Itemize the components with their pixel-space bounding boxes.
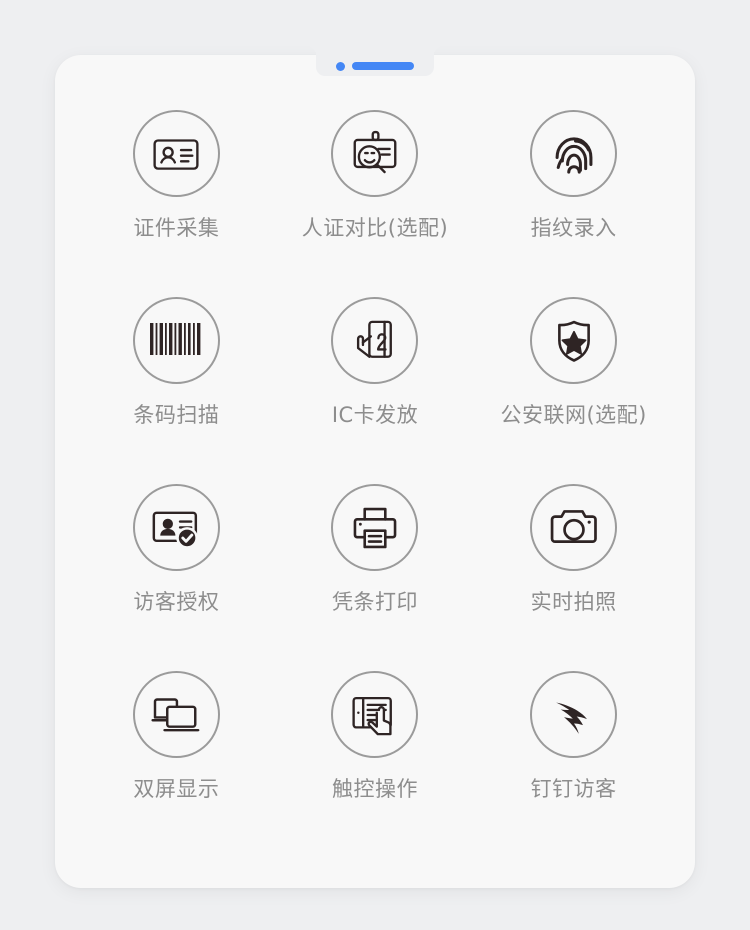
feature-label: 条码扫描 — [133, 403, 220, 427]
feature-label: 公安联网(选配) — [500, 403, 647, 427]
icon-circle — [331, 297, 438, 393]
id-card-check-icon — [148, 500, 204, 556]
dual-screen-icon — [148, 687, 204, 743]
camera-indicator-icon — [336, 61, 345, 71]
feature-item-police-network[interactable]: 公安联网(选配) — [474, 297, 673, 484]
barcode-icon — [148, 319, 204, 363]
notch-corner-left — [306, 46, 316, 56]
feature-label: 触控操作 — [331, 777, 418, 801]
feature-item-ic-card-issue[interactable]: IC卡发放 — [276, 297, 475, 484]
speaker-bar-icon — [352, 62, 414, 70]
hand-card-icon — [348, 314, 402, 368]
touch-tablet-icon — [348, 688, 402, 742]
notch-corner-right — [434, 46, 444, 56]
feature-item-touch-operation[interactable]: 触控操作 — [276, 671, 475, 858]
feature-label: 凭条打印 — [331, 590, 418, 614]
feature-label: 指纹录入 — [530, 216, 617, 240]
icon-circle — [530, 110, 637, 206]
dingtalk-wing-icon — [548, 689, 600, 741]
feature-item-face-id-comparison[interactable]: 人证对比(选配) — [276, 110, 475, 297]
feature-label: 钉钉访客 — [530, 777, 617, 801]
icon-circle — [132, 297, 239, 393]
feature-label: 人证对比(选配) — [301, 216, 449, 240]
icon-circle — [132, 484, 239, 580]
feature-item-dual-screen[interactable]: 双屏显示 — [77, 671, 276, 858]
feature-item-barcode-scan[interactable]: 条码扫描 — [77, 297, 276, 484]
icon-circle — [530, 671, 637, 767]
feature-label: IC卡发放 — [331, 403, 419, 427]
feature-item-fingerprint-enroll[interactable]: 指纹录入 — [474, 110, 673, 297]
icon-circle — [331, 484, 438, 580]
feature-item-id-card-capture[interactable]: 证件采集 — [77, 110, 276, 297]
feature-label: 证件采集 — [133, 216, 220, 240]
id-card-person-icon — [149, 127, 203, 181]
shield-star-icon — [548, 315, 600, 367]
printer-icon — [349, 502, 401, 554]
feature-label: 访客授权 — [133, 590, 220, 614]
camera-icon — [547, 501, 601, 555]
badge-magnifier-icon — [348, 127, 402, 181]
feature-item-receipt-print[interactable]: 凭条打印 — [276, 484, 475, 671]
icon-circle — [331, 671, 438, 767]
feature-item-live-photo[interactable]: 实时拍照 — [474, 484, 673, 671]
fingerprint-icon — [546, 126, 602, 182]
icon-circle — [530, 484, 637, 580]
feature-label: 实时拍照 — [530, 590, 617, 614]
icon-circle — [132, 671, 239, 767]
icon-circle — [530, 297, 637, 393]
feature-label: 双屏显示 — [133, 777, 220, 801]
feature-item-visitor-authorization[interactable]: 访客授权 — [77, 484, 276, 671]
icon-circle — [132, 110, 239, 206]
device-card: 证件采集 人证对比(选配) 指纹录入 条码扫描 IC卡发放 公安联网(选配) 访… — [55, 46, 695, 888]
device-notch — [316, 46, 434, 76]
icon-circle — [331, 110, 438, 206]
feature-grid: 证件采集 人证对比(选配) 指纹录入 条码扫描 IC卡发放 公安联网(选配) 访… — [55, 110, 695, 858]
feature-item-dingtalk-visitor[interactable]: 钉钉访客 — [474, 671, 673, 858]
